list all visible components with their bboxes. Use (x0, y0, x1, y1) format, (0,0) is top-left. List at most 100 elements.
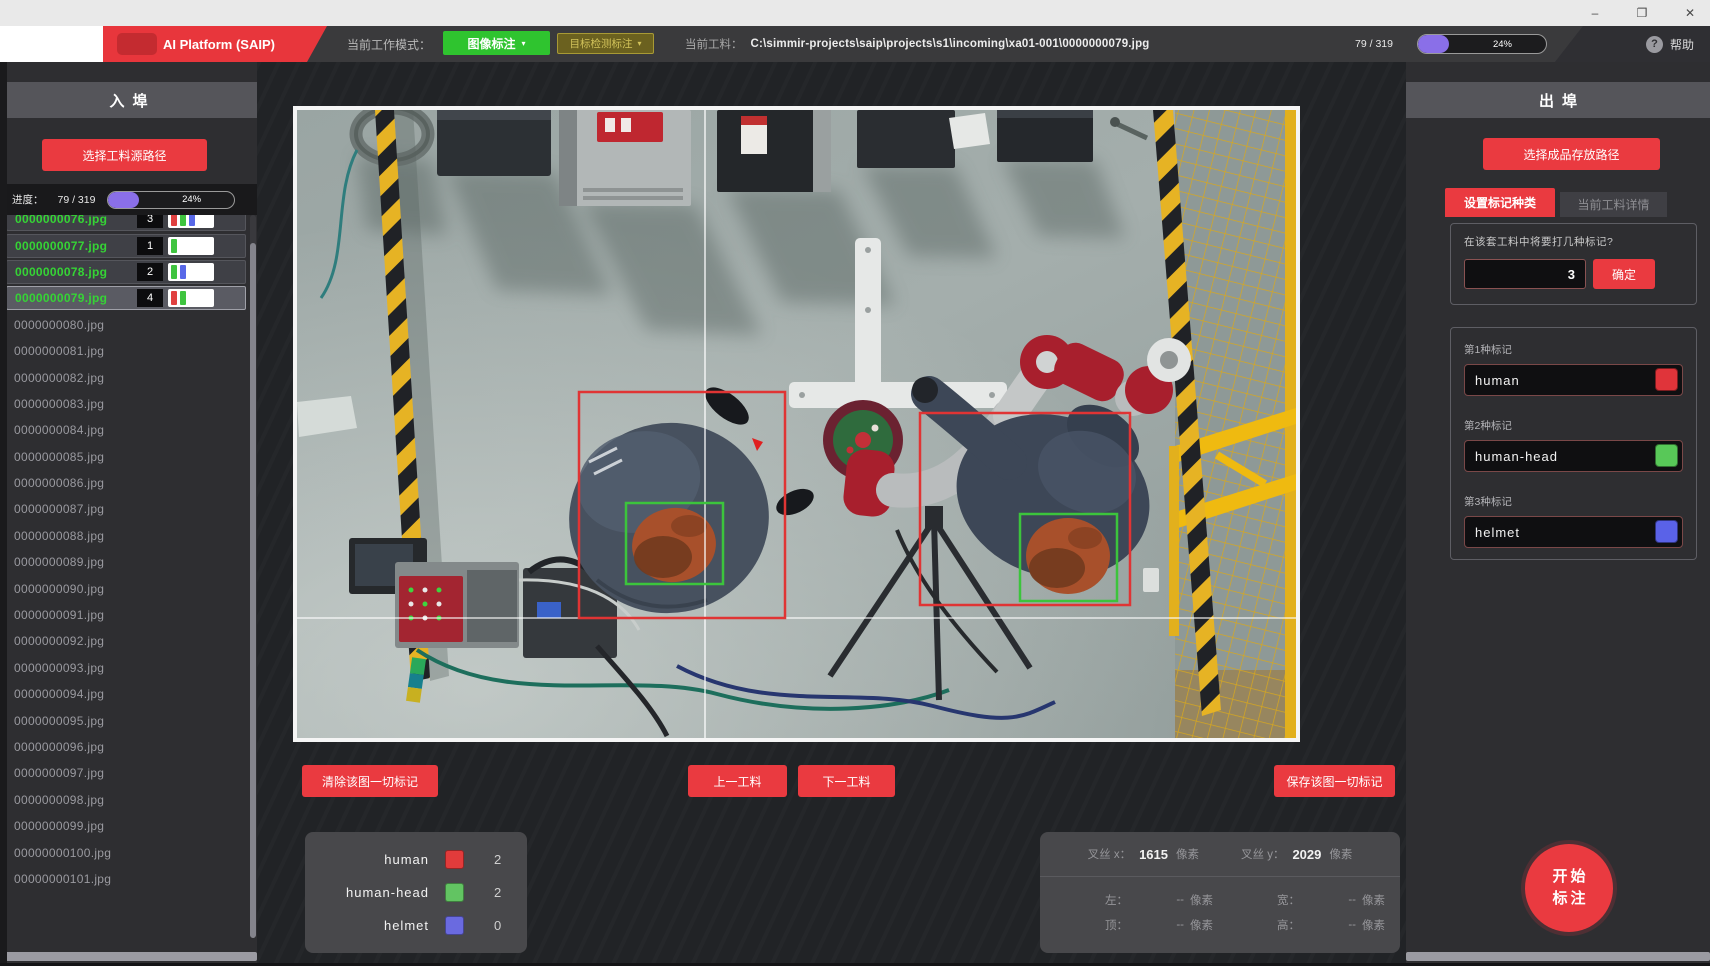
start-button-line1: 开始 (1549, 866, 1588, 889)
file-row[interactable]: 0000000089.jpg (0, 549, 250, 575)
mode-primary-value: 图像标注 (467, 35, 515, 52)
label-name-input[interactable]: human (1464, 364, 1683, 396)
window-edge (0, 62, 7, 966)
file-list: 0000000076.jpg30000000077.jpg10000000078… (0, 215, 250, 890)
chevron-down-icon: ▾ (522, 39, 526, 48)
file-row[interactable]: 0000000084.jpg (0, 417, 250, 443)
box-left-value: -- (1132, 894, 1184, 906)
output-tabs: 设置标记种类 当前工料详情 (1445, 188, 1667, 217)
progress-bar-fill (1418, 35, 1449, 53)
restore-icon[interactable]: ❐ (1632, 0, 1652, 26)
legend-color-chip (445, 916, 464, 935)
box-readout: 左： -- 像素 宽： -- 像素 顶： -- 像素 高： -- 像素 (1040, 877, 1400, 937)
file-row[interactable]: 0000000088.jpg (0, 523, 250, 549)
box-top-value: -- (1132, 919, 1184, 931)
unit-label: 像素 (1356, 917, 1392, 933)
crosshair-y-value: 2029 (1292, 847, 1321, 862)
start-annotation-button[interactable]: 开始 标注 (1525, 844, 1613, 932)
select-output-path-button[interactable]: 选择成品存放路径 (1483, 138, 1660, 170)
input-panel-title: 入埠 (0, 82, 257, 118)
label-color-swatch[interactable] (1655, 520, 1678, 543)
file-row[interactable]: 0000000099.jpg (0, 813, 250, 839)
label-count-input[interactable] (1464, 259, 1586, 289)
file-row[interactable]: 0000000090.jpg (0, 575, 250, 601)
file-row[interactable]: 0000000096.jpg (0, 734, 250, 760)
label-count-section: 在该套工料中将要打几种标记? 确定 (1450, 223, 1697, 305)
box-left-label: 左： (1060, 892, 1132, 908)
brand-title: AI Platform (SAIP) (163, 37, 275, 52)
current-file-label: 当前工料： (685, 36, 743, 52)
mode-secondary-dropdown[interactable]: 目标检测标注 ▾ (557, 33, 654, 54)
clear-annotations-button[interactable]: 清除该图一切标记 (302, 765, 438, 797)
help-button[interactable]: ? 帮助 (1555, 26, 1710, 62)
crosshair-readout: 叉丝 x： 1615 像素 叉丝 y： 2029 像素 (1040, 832, 1400, 877)
crosshair-x-label: 叉丝 x： (1088, 846, 1131, 862)
file-row[interactable]: 0000000083.jpg (0, 391, 250, 417)
chevron-down-icon: ▾ (637, 39, 641, 48)
tab-current-file-details[interactable]: 当前工料详情 (1560, 192, 1667, 217)
file-row[interactable]: 0000000078.jpg2 (0, 259, 250, 285)
right-horizontal-scrollbar[interactable] (1406, 952, 1710, 961)
confirm-button[interactable]: 确定 (1593, 259, 1655, 289)
file-list-scrollbar-thumb[interactable] (250, 243, 256, 938)
save-annotations-button[interactable]: 保存该图一切标记 (1274, 765, 1395, 797)
file-row[interactable]: 0000000085.jpg (0, 444, 250, 470)
unit-label: 像素 (1356, 892, 1392, 908)
file-row[interactable]: 0000000098.jpg (0, 787, 250, 813)
legend-panel: human2human-head2helmet0 (305, 832, 527, 953)
label-color-swatch[interactable] (1655, 368, 1678, 391)
progress-count: 79 / 319 (1338, 26, 1410, 62)
unit-label: 像素 (1184, 892, 1220, 908)
label-name-input[interactable]: helmet (1464, 516, 1683, 548)
file-row[interactable]: 0000000094.jpg (0, 681, 250, 707)
file-row[interactable]: 0000000079.jpg4 (0, 285, 250, 311)
progress-bar: 24% (107, 191, 235, 209)
tab-set-label-types[interactable]: 设置标记种类 (1445, 188, 1555, 217)
help-label: 帮助 (1670, 36, 1694, 53)
file-row[interactable]: 0000000095.jpg (0, 707, 250, 733)
file-row[interactable]: 0000000080.jpg (0, 312, 250, 338)
next-image-button[interactable]: 下一工料 (798, 765, 895, 797)
logo-area (0, 26, 103, 62)
box-width-label: 宽： (1220, 892, 1304, 908)
photo-scene (297, 110, 1296, 738)
label-name-input[interactable]: human-head (1464, 440, 1683, 472)
crosshair-x-value: 1615 (1139, 847, 1168, 862)
file-row[interactable]: 0000000082.jpg (0, 364, 250, 390)
file-row[interactable]: 00000000100.jpg (0, 839, 250, 865)
crosshair-y-label: 叉丝 y： (1241, 846, 1284, 862)
file-row[interactable]: 0000000093.jpg (0, 655, 250, 681)
current-file-path: C:\simmir-projects\saip\projects\s1\inco… (751, 38, 1150, 50)
file-row[interactable]: 00000000101.jpg (0, 866, 250, 890)
file-row[interactable]: 0000000086.jpg (0, 470, 250, 496)
file-row[interactable]: 0000000081.jpg (0, 338, 250, 364)
file-row[interactable]: 0000000087.jpg (0, 496, 250, 522)
annotation-canvas[interactable] (293, 106, 1300, 742)
file-row[interactable]: 0000000077.jpg1 (0, 232, 250, 258)
minimize-icon[interactable]: – (1585, 0, 1605, 26)
start-button-line2: 标注 (1549, 888, 1588, 911)
left-horizontal-scrollbar[interactable] (0, 952, 257, 961)
legend-color-chip (445, 883, 464, 902)
file-row[interactable]: 0000000097.jpg (0, 760, 250, 786)
progress-bar: 24% (1417, 34, 1547, 54)
file-row[interactable]: 0000000092.jpg (0, 628, 250, 654)
select-source-path-button[interactable]: 选择工料源路径 (42, 139, 207, 171)
file-row[interactable]: 0000000091.jpg (0, 602, 250, 628)
mode-secondary-value: 目标检测标注 (569, 36, 632, 51)
file-row[interactable]: 0000000076.jpg3 (0, 215, 250, 232)
box-width-value: -- (1304, 894, 1356, 906)
previous-image-button[interactable]: 上一工料 (688, 765, 787, 797)
progress-percent: 24% (1459, 35, 1546, 53)
progress-bar-fill (108, 192, 138, 208)
close-icon[interactable]: ✕ (1680, 0, 1700, 26)
current-file-info: 当前工料： C:\simmir-projects\saip\projects\s… (685, 26, 1150, 62)
legend-row: human-head2 (305, 876, 527, 909)
mode-primary-dropdown[interactable]: 图像标注 ▾ (443, 31, 550, 55)
box-height-label: 高： (1220, 917, 1304, 933)
label-color-swatch[interactable] (1655, 444, 1678, 467)
unit-label: 像素 (1176, 846, 1199, 862)
unit-label: 像素 (1329, 846, 1352, 862)
brand-logo-icon (117, 33, 157, 55)
label-count-question: 在该套工料中将要打几种标记? (1464, 234, 1683, 249)
